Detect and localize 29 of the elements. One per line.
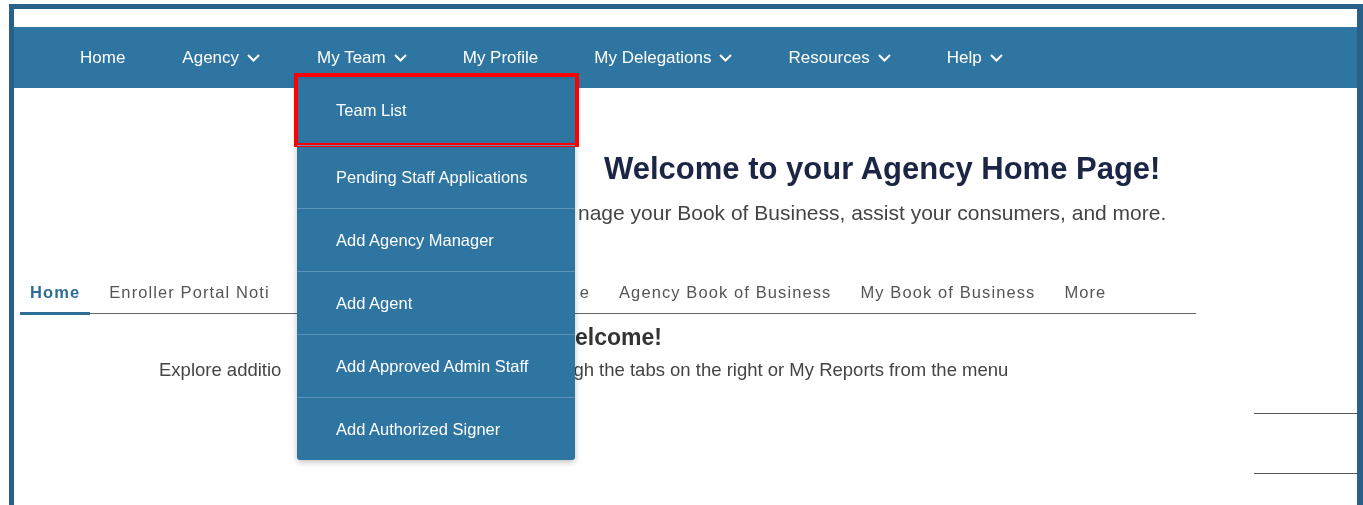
chevron-down-icon <box>247 53 261 62</box>
nav-link[interactable]: My Profile <box>462 47 539 68</box>
paragraph-text: gh the tabs on the right or My Reports from the menu <box>573 359 1009 381</box>
nav-link[interactable]: My Delegations <box>594 47 733 68</box>
chevron-down-icon <box>393 53 407 62</box>
tab[interactable]: My Book of Business <box>850 283 1046 315</box>
paragraph-text: Explore additio <box>159 359 282 381</box>
menu-item[interactable]: Add Authorized Signer <box>297 397 576 460</box>
chevron-down-icon <box>719 53 733 62</box>
menu-item[interactable]: Add Approved Admin Staff <box>297 334 576 397</box>
nav-link[interactable]: Agency <box>182 47 261 68</box>
nav-link[interactable]: My Team <box>317 47 407 68</box>
section-heading: elcome! <box>575 324 663 351</box>
tab[interactable]: More <box>1054 283 1117 315</box>
tab[interactable]: e <box>579 283 600 315</box>
tab[interactable]: Agency Book of Business <box>609 283 842 315</box>
nav-link[interactable]: Help <box>946 47 1003 68</box>
tab[interactable]: Home <box>20 283 91 315</box>
nav-link[interactable]: Home <box>80 47 126 68</box>
menu-item[interactable]: Add Agent <box>297 271 576 334</box>
menu-item[interactable]: Team List <box>296 75 578 145</box>
menu-item[interactable]: Pending Staff Applications <box>297 145 576 208</box>
page-subtitle: nage your Book of Business, assist your consumers, and more. <box>578 201 1168 225</box>
nav-link[interactable]: Resources <box>788 47 891 68</box>
page-heading: Welcome to your Agency Home Page! <box>604 151 1162 187</box>
tab[interactable]: Enroller Portal Noti <box>99 283 280 315</box>
chevron-down-icon <box>989 53 1003 62</box>
menu-item[interactable]: Add Agency Manager <box>297 208 576 271</box>
chevron-down-icon <box>877 53 891 62</box>
